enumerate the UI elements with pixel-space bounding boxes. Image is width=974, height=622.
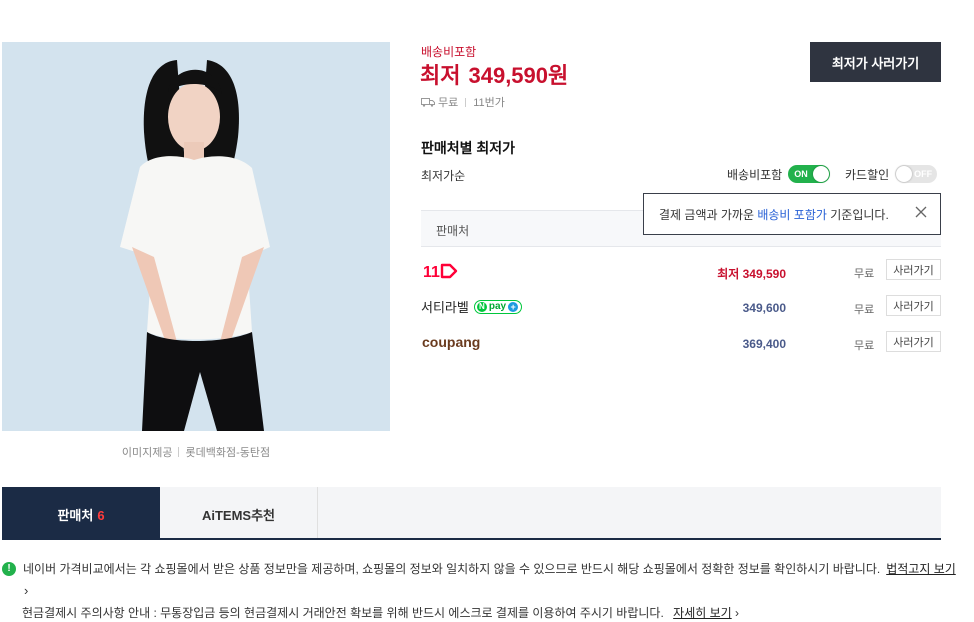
buy-button[interactable]: 사러가기 — [886, 295, 941, 316]
shipping-fee: 무료 — [438, 97, 459, 109]
npay-n-icon: N — [476, 301, 487, 312]
shipping-toggle[interactable]: ON — [788, 165, 831, 183]
chevron-right-icon[interactable]: › — [24, 583, 28, 598]
meta-divider — [465, 97, 467, 107]
seller-row[interactable]: 서티라벨 Npay + 349,600 무료 사러가기 — [421, 292, 941, 322]
seller-shipping: 무료 — [854, 268, 875, 280]
buy-button[interactable]: 사러가기 — [886, 259, 941, 280]
tooltip-text-suffix: 기준입니다. — [826, 208, 889, 222]
seller-price: 최저 349,590 — [717, 267, 786, 281]
shipping-toggle-state: ON — [794, 169, 808, 179]
store-logo-coupang[interactable]: coupang — [421, 333, 483, 353]
store-name[interactable]: 서티라벨 Npay + — [421, 297, 523, 316]
seller-shipping: 무료 — [854, 340, 875, 352]
toggle-knob — [896, 166, 913, 182]
tooltip-highlight: 배송비 포함가 — [757, 208, 827, 222]
svg-text:11: 11 — [423, 264, 440, 281]
npay-badge: Npay + — [473, 299, 523, 314]
card-toggle-label: 카드할인 — [845, 167, 890, 182]
shipping-toggle-group: 배송비포함 ON — [727, 165, 831, 183]
image-credit-label: 이미지제공 — [121, 447, 173, 459]
cash-notice: 현금결제시 주의사항 안내 : 무통장입금 등의 현금결제시 거래안전 확보를 … — [22, 604, 739, 621]
seller-price: 349,600 — [742, 301, 786, 315]
sort-dropdown[interactable]: 최저가순 — [421, 167, 465, 184]
lowest-store-name: 11번가 — [473, 97, 505, 109]
product-photo — [2, 42, 390, 431]
11st-logo-icon: 11 — [423, 263, 458, 281]
legal-notice-text: 네이버 가격비교에서는 각 쇼핑몰에서 받은 상품 정보만을 제공하며, 쇼핑몰… — [23, 562, 881, 576]
caption-divider — [178, 447, 180, 457]
npay-label: pay — [488, 301, 507, 312]
tab-bar: 판매처 6 AiTEMS추천 — [2, 487, 941, 540]
truck-icon — [421, 98, 435, 107]
lowest-price-label: 최저 — [420, 63, 461, 88]
product-image[interactable] — [2, 42, 390, 431]
seller-price: 369,400 — [742, 337, 786, 351]
lowest-price: 최저 349,590원 — [420, 58, 568, 90]
lowest-price-value: 349,590원 — [468, 63, 569, 88]
shipping-toggle-label: 배송비포함 — [727, 167, 783, 182]
tab-aitems[interactable]: AiTEMS추천 — [160, 487, 318, 538]
svg-text:coupang: coupang — [422, 334, 480, 350]
store-logo-11st[interactable]: 11 — [421, 261, 459, 281]
card-toggle-state: OFF — [914, 169, 933, 179]
shipping-info: 무료 11번가 — [421, 94, 505, 110]
toggle-knob — [813, 166, 830, 182]
tab-sellers[interactable]: 판매처 6 — [2, 487, 160, 538]
seller-row[interactable]: 11 최저 349,590 무료 사러가기 — [421, 256, 941, 286]
coupang-logo-icon: coupang — [422, 334, 480, 350]
image-caption: 이미지제공 롯데백화점-동탄점 — [2, 444, 390, 460]
buy-button[interactable]: 사러가기 — [886, 331, 941, 352]
tab-sellers-count: 6 — [97, 508, 105, 523]
tab-sellers-label: 판매처 — [57, 508, 94, 523]
buy-lowest-button[interactable]: 최저가 사러가기 — [810, 42, 941, 82]
legal-notice-link[interactable]: 법적고지 보기 — [886, 560, 956, 577]
tab-aitems-label: AiTEMS추천 — [201, 508, 276, 523]
plus-icon: + — [508, 301, 519, 312]
store-name-text: 서티라벨 — [421, 300, 469, 315]
tooltip-text-prefix: 결제 금액과 가까운 — [659, 208, 758, 222]
cash-notice-link[interactable]: 자세히 보기 — [673, 606, 732, 620]
seller-shipping: 무료 — [854, 304, 875, 316]
seller-row[interactable]: coupang 369,400 무료 사러가기 — [421, 328, 941, 358]
chevron-right-icon[interactable]: › — [735, 606, 739, 620]
cash-notice-text: 현금결제시 주의사항 안내 : 무통장입금 등의 현금결제시 거래안전 확보를 … — [22, 606, 664, 620]
image-credit-source: 롯데백화점-동탄점 — [185, 447, 271, 459]
card-toggle-group: 카드할인 OFF — [845, 165, 938, 183]
card-discount-toggle[interactable]: OFF — [895, 165, 938, 183]
legal-notice: ! 네이버 가격비교에서는 각 쇼핑몰에서 받은 상품 정보만을 제공하며, 쇼… — [2, 560, 956, 577]
shipping-tooltip: 결제 금액과 가까운 배송비 포함가 기준입니다. — [643, 193, 941, 235]
sellers-title: 판매처별 최저가 — [421, 140, 516, 156]
close-icon[interactable] — [914, 205, 928, 219]
info-icon: ! — [2, 561, 16, 576]
